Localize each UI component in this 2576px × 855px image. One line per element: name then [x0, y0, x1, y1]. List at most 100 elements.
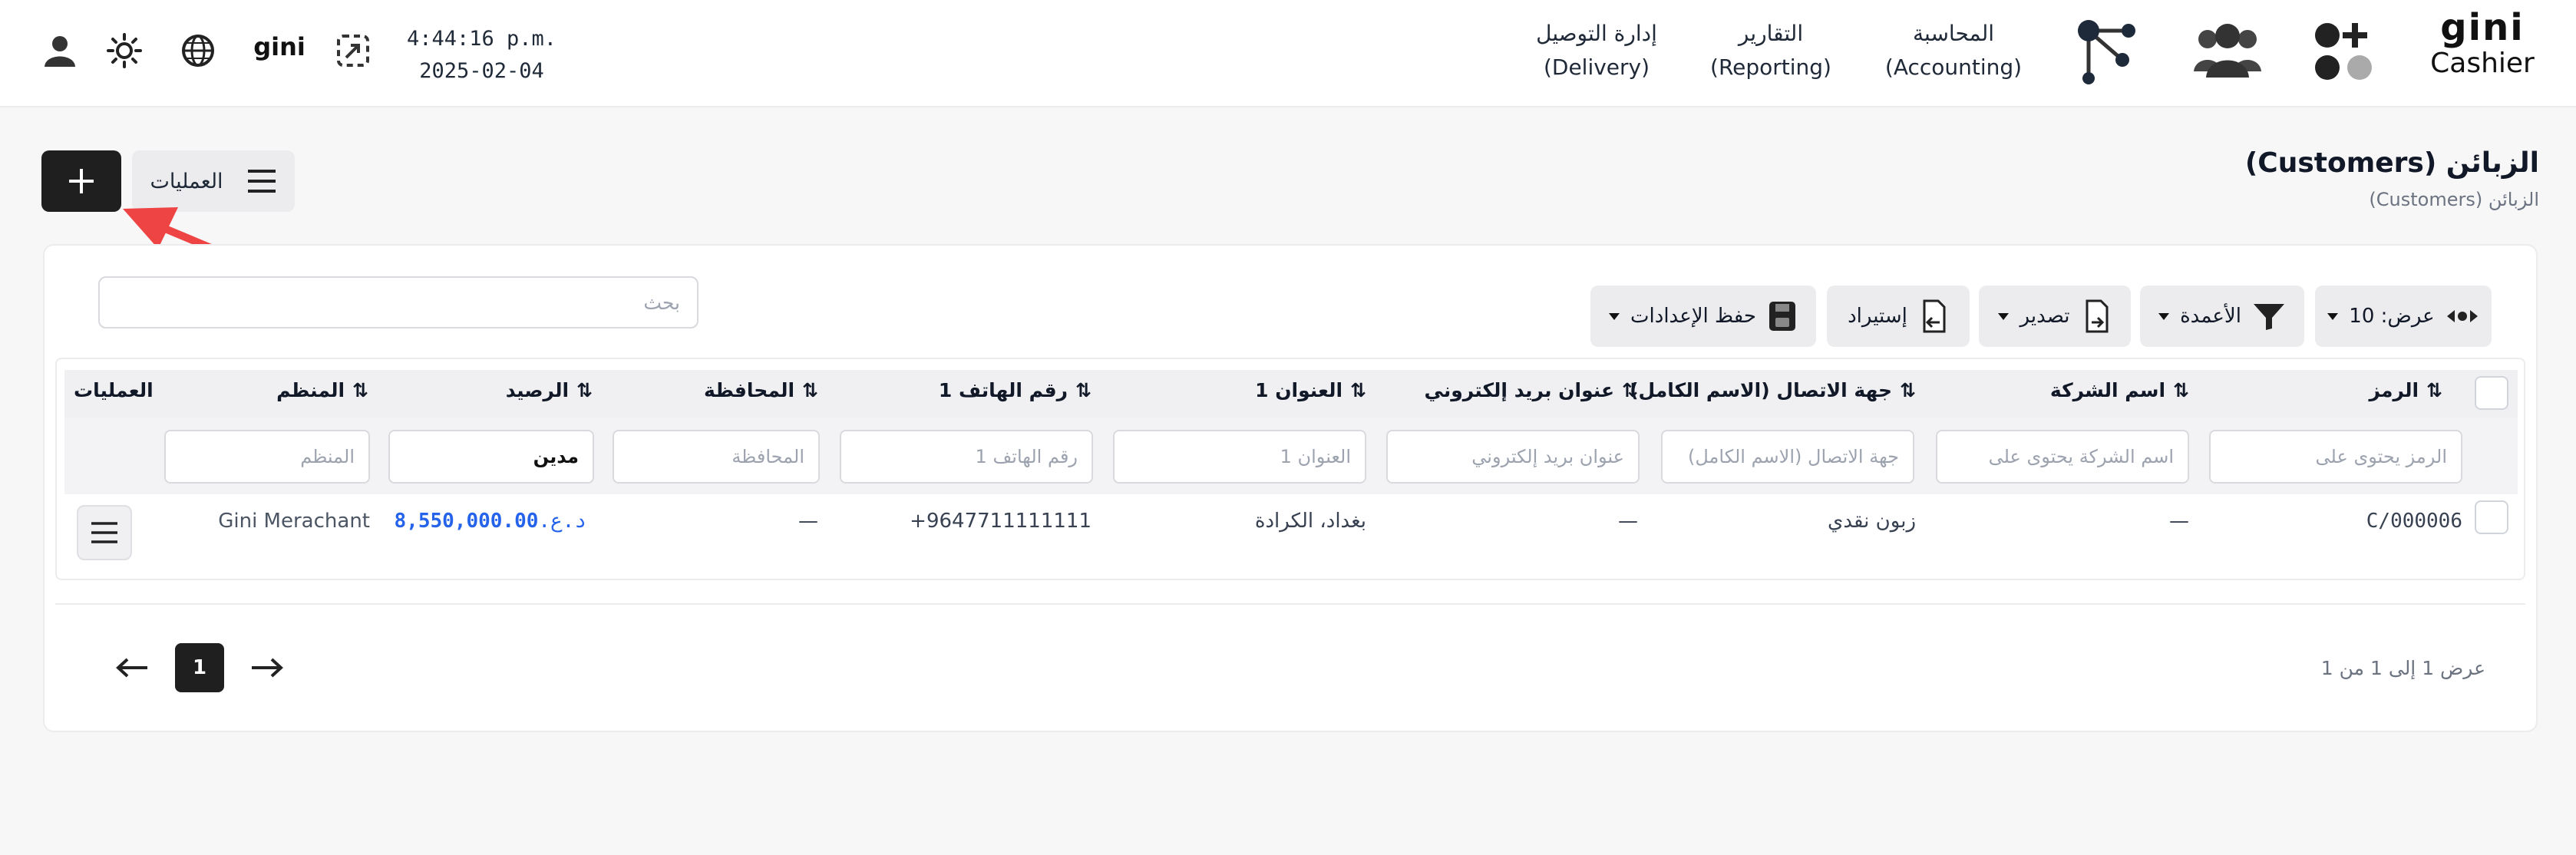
cell-organizer[interactable]: Gini Merachant: [218, 510, 370, 533]
save-icon: [1769, 302, 1795, 331]
sort-icon: ⇅: [1075, 379, 1091, 401]
brand-logo[interactable]: gini Cashier: [2421, 8, 2544, 92]
sun-icon[interactable]: [104, 31, 144, 71]
header-actions: العمليات: [74, 379, 154, 401]
filter-balance[interactable]: [388, 430, 594, 484]
page-1-button[interactable]: 1: [175, 643, 224, 692]
filter-address[interactable]: [1113, 430, 1366, 484]
export-button[interactable]: تصدير: [1979, 286, 2131, 347]
sort-icon: ⇅: [2426, 379, 2442, 401]
cell-province: —: [798, 510, 818, 533]
pagination-info: عرض 1 إلى 1 من 1: [2320, 657, 2485, 679]
header-province[interactable]: ⇅ المحافظة: [704, 379, 818, 401]
import-button[interactable]: إستيراد: [1827, 286, 1970, 347]
nav-reporting-en: (Reporting): [1710, 54, 1831, 80]
next-page-button[interactable]: [244, 648, 290, 688]
sort-icon: [2446, 310, 2478, 322]
save-settings-label: حفظ الإعدادات: [1630, 305, 1756, 328]
header-address[interactable]: ⇅ العنوان 1: [1255, 379, 1366, 401]
filter-phone[interactable]: [840, 430, 1093, 484]
header-email[interactable]: ⇅ عنوان بريد إلكتروني: [1425, 379, 1638, 401]
header-province-label: المحافظة: [704, 379, 795, 401]
row-actions-button[interactable]: [77, 505, 132, 560]
columns-dropdown[interactable]: الأعمدة: [2140, 286, 2304, 347]
funnel-icon: [2253, 304, 2284, 330]
prev-page-button[interactable]: [109, 648, 155, 688]
header-phone-label: رقم الهاتف 1: [938, 379, 1068, 401]
filter-province[interactable]: [613, 430, 820, 484]
show-count-dropdown[interactable]: عرض: 10: [2315, 286, 2492, 347]
nav-delivery-ar: إدارة التوصيل: [1536, 21, 1657, 46]
sort-icon: ⇅: [352, 379, 368, 401]
cell-address: بغداد، الكرادة: [1254, 510, 1366, 533]
chevron-down-icon: [2158, 312, 2170, 320]
filter-contact[interactable]: [1661, 430, 1914, 484]
fullscreen-icon[interactable]: [333, 31, 373, 71]
header-organizer-label: المنظم: [276, 379, 345, 401]
columns-label: الأعمدة: [2180, 305, 2241, 328]
page-title: الزبائن (Customers): [2244, 147, 2539, 179]
pagination-divider: [55, 603, 2525, 605]
clock: 4:44:16 p.m. 2025-02-04: [407, 23, 556, 87]
arrow-right-icon: [252, 658, 283, 678]
cell-company: —: [2169, 510, 2189, 533]
header-phone[interactable]: ⇅ رقم الهاتف 1: [939, 379, 1091, 401]
cell-phone: +9647711111111: [910, 510, 1091, 533]
clock-date: 2025-02-04: [419, 59, 544, 83]
plus-icon: [69, 169, 94, 193]
filter-email[interactable]: [1386, 430, 1640, 484]
export-label: تصدير: [2020, 305, 2070, 328]
cell-balance: د.ع.8,550,000.00: [395, 510, 594, 533]
nav-accounting-en: (Accounting): [1884, 54, 2023, 80]
add-customer-button[interactable]: [41, 150, 121, 212]
nav-accounting-ar: المحاسبة: [1912, 21, 1995, 46]
cell-email: —: [1618, 510, 1638, 533]
sort-icon: ⇅: [1622, 379, 1638, 401]
header-email-label: عنوان بريد إلكتروني: [1424, 379, 1615, 401]
header-company[interactable]: ⇅ اسم الشركة: [2050, 379, 2189, 401]
export-file-icon: [2086, 299, 2108, 333]
menu-icon: [247, 170, 276, 193]
arrow-left-icon: [116, 658, 147, 678]
sort-icon: ⇅: [802, 379, 818, 401]
search-input[interactable]: [98, 276, 698, 328]
header-contact[interactable]: ⇅ جهة الاتصال (الاسم الكامل): [1630, 379, 1916, 401]
nav-reporting-ar: التقارير: [1738, 21, 1804, 46]
filter-code[interactable]: [2209, 430, 2462, 484]
filter-organizer[interactable]: [164, 430, 370, 484]
cell-code[interactable]: C/000006: [2366, 510, 2462, 533]
nav-reporting[interactable]: التقارير (Reporting): [1706, 17, 1836, 84]
header-code[interactable]: ⇅ الرمز: [2370, 379, 2443, 401]
show-count-label: عرض: 10: [2349, 305, 2435, 328]
sort-icon: ⇅: [576, 379, 593, 401]
select-all-checkbox[interactable]: [2475, 376, 2508, 410]
globe-icon[interactable]: [178, 31, 218, 71]
breadcrumb[interactable]: الزبائن (Customers): [2369, 189, 2539, 210]
filter-company[interactable]: [1936, 430, 2189, 484]
header-company-label: اسم الشركة: [2049, 379, 2166, 401]
sort-icon: ⇅: [1350, 379, 1366, 401]
balance-currency: د.ع.: [538, 510, 586, 533]
chevron-down-icon: [1609, 312, 1620, 320]
add-apps-icon[interactable]: [2310, 17, 2379, 86]
gini-small-logo[interactable]: gini: [249, 32, 310, 61]
clock-time: 4:44:16 p.m.: [407, 27, 557, 51]
chevron-down-icon: [1998, 312, 2010, 320]
row-checkbox[interactable]: [2475, 500, 2508, 534]
top-header: gini Cashier المحاسبة (Accounting) التقا…: [0, 0, 2576, 107]
balance-amount: 8,550,000.00: [394, 510, 539, 533]
header-organizer[interactable]: ⇅ المنظم: [276, 379, 368, 401]
header-address-label: العنوان 1: [1255, 379, 1343, 401]
users-icon[interactable]: [2189, 17, 2266, 86]
user-icon[interactable]: [40, 31, 80, 71]
save-settings-dropdown[interactable]: حفظ الإعدادات: [1590, 286, 1816, 347]
nav-accounting[interactable]: المحاسبة (Accounting): [1881, 17, 2026, 84]
chevron-down-icon: [2327, 312, 2339, 320]
nav-delivery[interactable]: إدارة التوصيل (Delivery): [1527, 17, 1666, 84]
nav-delivery-en: (Delivery): [1543, 54, 1650, 80]
gini-logo-text: gini: [2440, 6, 2525, 49]
header-balance[interactable]: ⇅ الرصيد: [506, 379, 593, 401]
header-actions-label: العمليات: [74, 379, 154, 401]
network-icon[interactable]: [2072, 15, 2142, 87]
import-file-icon: [1923, 299, 1946, 333]
